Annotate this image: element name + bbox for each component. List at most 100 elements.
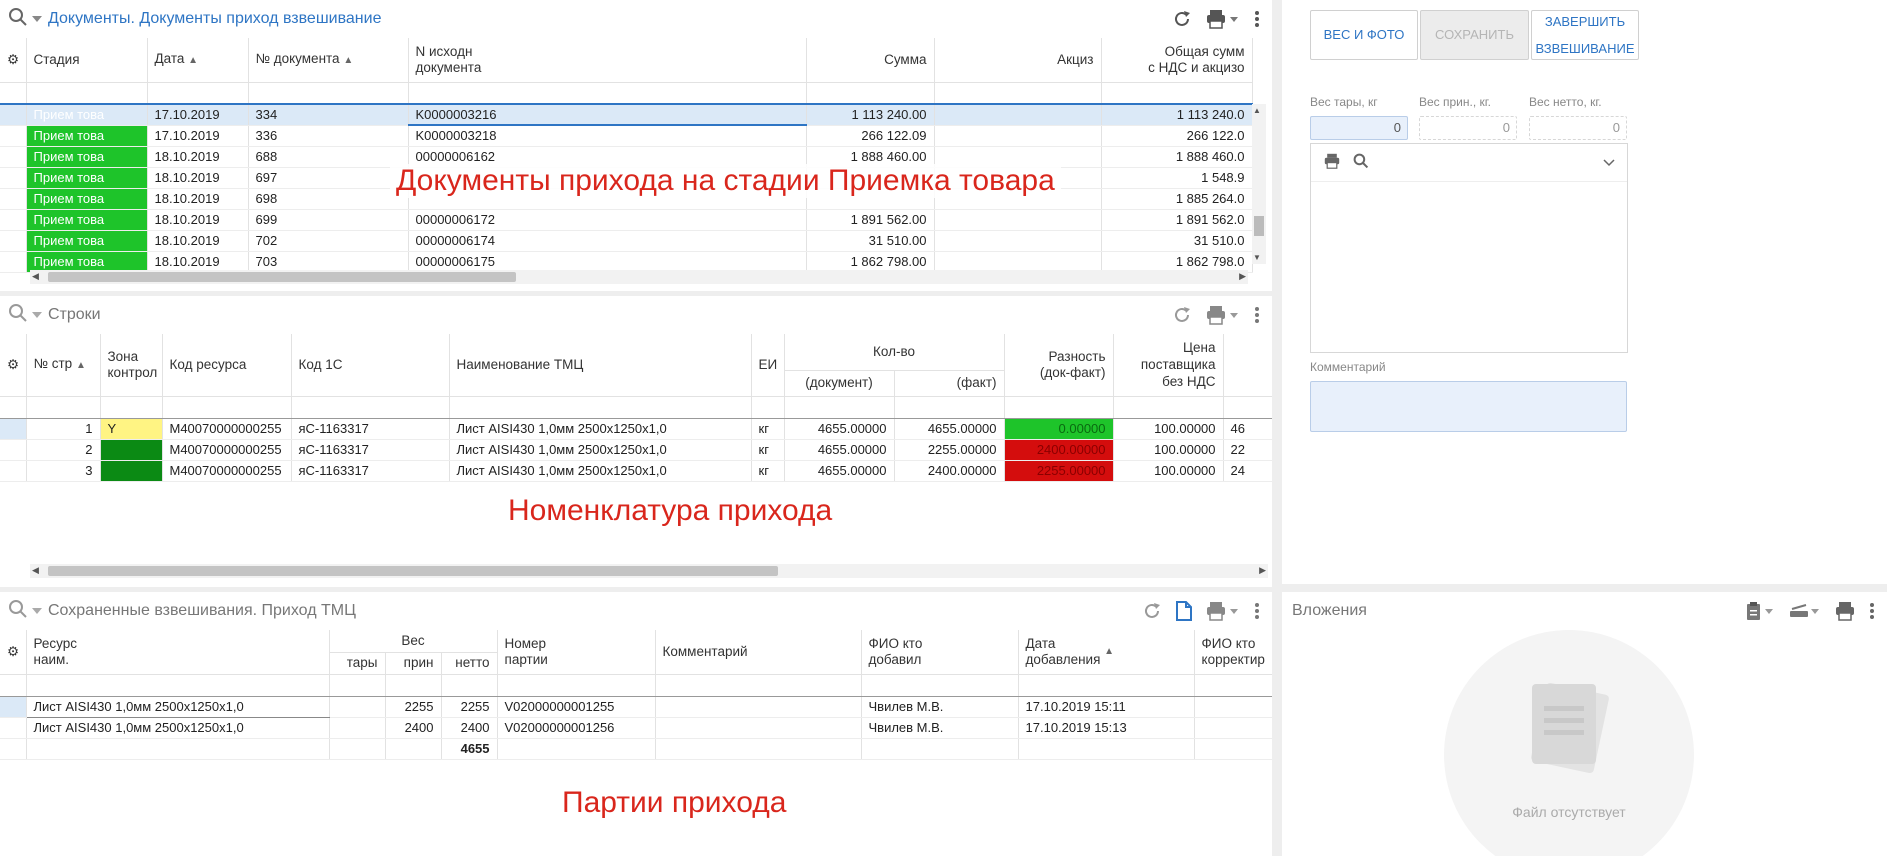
search-icon[interactable] [8,599,28,624]
more-vert-icon[interactable] [1869,602,1875,620]
print-icon[interactable] [1206,9,1240,29]
col-1c-code[interactable]: Код 1С [291,334,450,396]
lines-table: ⚙ № стр ▲ Зона контрол Код ресурса Код 1… [0,334,1272,482]
chevron-down-icon[interactable] [32,10,42,28]
col-source-doc[interactable]: N исходн документа [408,38,807,82]
documents-header: Документы. Документы приход взвешивание [0,0,1272,38]
col-resource-code[interactable]: Код ресурса [162,334,292,396]
zoom-icon[interactable] [1353,153,1369,172]
documents-panel: Документы. Документы приход взвешивание … [0,0,1272,291]
col-comment[interactable]: Комментарий [655,630,862,674]
col-item-name[interactable]: Наименование ТМЦ [449,334,752,396]
received-weight-label: Вес прин., кг. [1419,95,1492,109]
document-icon[interactable] [1176,601,1192,621]
total-net: 4655 [441,738,498,760]
finish-weighing-button[interactable]: ЗАВЕРШИТЬ ВЗВЕШИВАНИЕ [1531,10,1639,60]
col-weight-net[interactable]: нетто [441,652,498,674]
col-weight-received[interactable]: прин [385,652,442,674]
col-corrected-by[interactable]: ФИО кто корректир [1194,630,1272,674]
table-row[interactable]: 3 M40070000000255 яС-1163317 Лист AISI430 1… [0,460,1272,482]
empty-document-icon [1531,682,1609,774]
col-total[interactable]: Общая сумм с НДС и акцизо [1101,38,1253,82]
documents-table: ⚙ Стадия Дата ▲ № документа ▲ N исходн д… [0,38,1253,273]
search-icon[interactable] [8,303,28,328]
col-added-by[interactable]: ФИО кто добавил [861,630,1019,674]
col-unit[interactable]: ЕИ [751,334,785,396]
horizontal-scrollbar[interactable]: ◀ ▶ [30,564,1268,578]
col-date[interactable]: Дата ▲ [147,38,249,82]
col-batch-number[interactable]: Номер партии [497,630,656,674]
sort-asc-icon: ▲ [343,54,354,66]
table-row[interactable]: Лист AISI430 1,0мм 2500х1250х1,0 2400 2400… [0,717,1272,739]
vertical-scrollbar[interactable]: ▲ ▼ [1252,104,1266,264]
table-row[interactable]: Прием това 18.10.2019 703 00000006175 1 862 … [0,251,1253,273]
col-control-zone[interactable]: Зона контрол [100,334,163,396]
settings-gear-icon[interactable]: ⚙ [0,334,27,396]
filter-row[interactable] [0,674,1272,697]
table-row[interactable]: 1 Y M40070000000255 яС-1163317 Лист AISI430 … [0,418,1272,440]
saved-header: Сохраненные взвешивания. Приход ТМЦ [0,592,1272,630]
photo-frame [1310,143,1628,353]
col-weight[interactable]: Вес [329,630,498,653]
documents-toolbar [1172,0,1260,38]
col-qty-fact[interactable]: (факт) [894,370,1005,396]
lines-panel: Строки ⚙ № стр ▲ Зона контрол Код ресурс… [0,296,1272,587]
col-difference[interactable]: Разность (док-факт) [1004,334,1114,396]
refresh-icon[interactable] [1172,305,1192,325]
horizontal-scrollbar[interactable]: ◀ ▶ [30,270,1248,284]
col-stage[interactable]: Стадия [26,38,148,82]
col-supplier-price[interactable]: Цена поставщика без НДС [1113,334,1224,396]
print-icon[interactable] [1206,601,1240,621]
col-date-added[interactable]: Дата добавления ▲ [1018,630,1195,674]
saved-title: Сохраненные взвешивания. Приход ТМЦ [48,602,356,619]
lines-header: Строки [0,296,1272,334]
print-icon[interactable] [1323,153,1341,172]
more-vert-icon[interactable] [1254,602,1260,620]
filter-row[interactable] [0,396,1272,419]
table-row[interactable]: Прием това 18.10.2019 699 00000006172 1 891 … [0,209,1253,231]
sort-asc-icon: ▲ [75,359,86,371]
more-vert-icon[interactable] [1254,10,1260,28]
col-qty-document[interactable]: (документ) [784,370,895,396]
settings-gear-icon[interactable]: ⚙ [0,38,27,82]
col-weight-tare[interactable]: тары [329,652,386,674]
weighing-panel: ВЕС И ФОТО СОХРАНИТЬ ЗАВЕРШИТЬ ВЗВЕШИВАН… [1282,0,1887,584]
col-extra[interactable]: 6 [1223,334,1272,396]
table-row[interactable]: Прием това 17.10.2019 336 K0000003218 266 12… [0,125,1253,147]
refresh-icon[interactable] [1142,601,1162,621]
col-excise[interactable]: Акциз [934,38,1102,82]
lines-title: Строки [48,306,101,323]
print-icon[interactable] [1835,601,1855,621]
filter-row[interactable] [0,82,1253,105]
table-row[interactable]: Лист AISI430 1,0мм 2500х1250х1,0 2255 2255… [0,696,1272,718]
col-line-number[interactable]: № стр ▲ [26,334,101,396]
col-sum[interactable]: Сумма [806,38,935,82]
col-resource-name[interactable]: Ресурс наим. [26,630,330,674]
annotation-lines: Номенклатура прихода [508,494,833,527]
chevron-down-icon[interactable] [32,306,42,324]
settings-gear-icon[interactable]: ⚙ [0,630,27,674]
weigh-photo-button[interactable]: ВЕС И ФОТО [1310,10,1418,60]
saved-toolbar [1142,592,1260,630]
table-row[interactable]: Прием това 18.10.2019 702 00000006174 31 510… [0,230,1253,252]
tare-weight-input[interactable]: 0 [1310,116,1408,140]
sort-asc-icon: ▲ [188,54,199,66]
search-icon[interactable] [8,7,28,32]
more-vert-icon[interactable] [1254,306,1260,324]
clipboard-icon[interactable] [1745,601,1775,621]
refresh-icon[interactable] [1172,9,1192,29]
lines-toolbar [1172,296,1260,334]
table-row[interactable]: 2 M40070000000255 яС-1163317 Лист AISI430 1… [0,439,1272,461]
comment-input[interactable] [1310,381,1627,432]
chevron-down-icon[interactable] [32,602,42,620]
print-icon[interactable] [1206,305,1240,325]
scanner-icon[interactable] [1789,601,1821,621]
empty-file-placeholder: Файл отсутствует [1444,630,1694,856]
saved-weighings-panel: Сохраненные взвешивания. Приход ТМЦ ⚙ Ре… [0,592,1272,856]
table-row[interactable]: Прием това 17.10.2019 334 K0000003216 1 113 … [0,104,1253,126]
col-doc-number[interactable]: № документа ▲ [248,38,409,82]
annotation-documents: Документы прихода на стадии Приемка това… [390,164,1061,198]
chevron-down-icon[interactable] [1603,155,1615,170]
col-quantity[interactable]: Кол-во [784,334,1005,371]
save-button[interactable]: СОХРАНИТЬ [1420,10,1529,60]
